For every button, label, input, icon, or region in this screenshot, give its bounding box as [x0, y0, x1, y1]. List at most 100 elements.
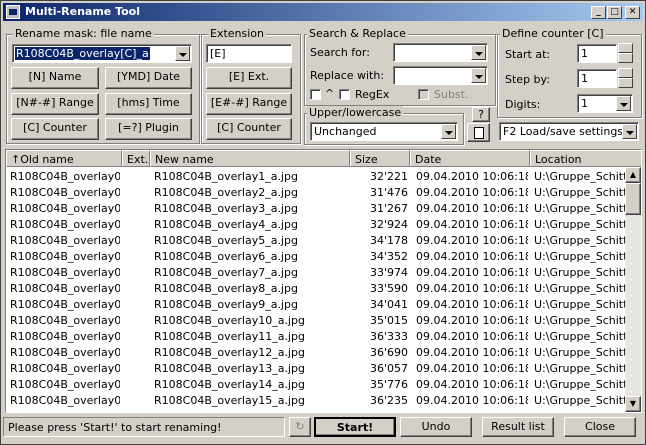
- close-button[interactable]: Close: [564, 417, 636, 437]
- table-row[interactable]: R108C04B_overlay0012.jpg R108C04B_overlay…: [6, 265, 626, 281]
- extension-input[interactable]: [E]: [206, 44, 292, 63]
- load-save-combo[interactable]: F2 Load/save settings: [499, 122, 639, 141]
- old-name-cell: R108C04B_overlay0026.jpg: [10, 378, 120, 391]
- column-old-name[interactable]: ↑Old name: [6, 150, 122, 167]
- date-cell: 09.04.2010 10:06:18: [416, 394, 528, 407]
- chevron-down-icon[interactable]: [441, 124, 456, 139]
- regex-checkbox[interactable]: [339, 89, 350, 100]
- plugin-placeholder-button[interactable]: [=?] Plugin: [105, 118, 192, 140]
- replace-with-combo[interactable]: [393, 66, 488, 85]
- digits-value: 1: [581, 97, 588, 110]
- status-text: Please press 'Start!' to start renaming!: [3, 417, 285, 437]
- size-cell: 32'924: [369, 218, 408, 231]
- chevron-down-icon[interactable]: [622, 124, 637, 139]
- new-name-cell: R108C04B_overlay14_a.jpg: [154, 378, 305, 391]
- location-cell: U:\Gruppe_Schittny: [534, 330, 626, 343]
- location-cell: U:\Gruppe_Schittny: [534, 378, 626, 391]
- table-row[interactable]: R108C04B_overlay0008.jpg R108C04B_overlay…: [6, 233, 626, 249]
- table-row[interactable]: R108C04B_overlay0010.jpg R108C04B_overlay…: [6, 249, 626, 265]
- help-button[interactable]: ?: [472, 107, 490, 122]
- minimize-button[interactable]: _: [591, 6, 606, 19]
- name-placeholder-button[interactable]: [N] Name: [11, 67, 99, 89]
- table-row[interactable]: R108C04B_overlay0024.jpg R108C04B_overlay…: [6, 361, 626, 377]
- size-cell: 36'235: [369, 394, 408, 407]
- case-combo[interactable]: Unchanged: [310, 122, 458, 141]
- vertical-scrollbar[interactable]: ▲ ▼: [625, 167, 641, 412]
- result-list-button[interactable]: Result list: [482, 417, 554, 437]
- edit-names-button[interactable]: [467, 123, 490, 142]
- scroll-thumb[interactable]: [625, 183, 641, 215]
- extension-legend: Extension: [208, 27, 267, 40]
- column-location[interactable]: Location: [530, 150, 641, 167]
- refresh-icon: ↻: [295, 420, 305, 433]
- column-size[interactable]: Size: [350, 150, 410, 167]
- table-row[interactable]: R108C04B_overlay0002.jpg R108C04B_overlay…: [6, 185, 626, 201]
- table-row[interactable]: R108C04B_overlay0018.jpg R108C04B_overlay…: [6, 313, 626, 329]
- table-row[interactable]: R108C04B_overlay0006.jpg R108C04B_overlay…: [6, 217, 626, 233]
- chevron-down-icon[interactable]: [471, 68, 486, 83]
- undo-button[interactable]: Undo: [400, 417, 472, 437]
- table-row[interactable]: R108C04B_overlay0004.jpg R108C04B_overlay…: [6, 201, 626, 217]
- date-cell: 09.04.2010 10:06:18: [416, 346, 528, 359]
- start-button[interactable]: Start!: [314, 417, 396, 437]
- start-at-spinner[interactable]: [618, 43, 633, 63]
- name-range-button[interactable]: [N#-#] Range: [11, 93, 99, 115]
- column-new-name[interactable]: New name: [150, 150, 350, 167]
- extension-placeholder-button[interactable]: [E] Ext.: [206, 67, 292, 89]
- rename-mask-combo[interactable]: R108C04B_overlay[C]_a: [12, 44, 192, 63]
- chevron-down-icon[interactable]: [175, 46, 190, 61]
- search-for-combo[interactable]: [393, 43, 488, 62]
- date-cell: 09.04.2010 10:06:18: [416, 282, 528, 295]
- table-row[interactable]: R108C04B_overlay0028.jpg R108C04B_overlay…: [6, 393, 626, 409]
- subst-label: Subst.: [434, 88, 469, 101]
- chevron-down-icon[interactable]: [616, 96, 631, 111]
- start-at-label: Start at:: [505, 48, 551, 61]
- size-cell: 34'041: [369, 298, 408, 311]
- old-name-cell: R108C04B_overlay0008.jpg: [10, 234, 120, 247]
- table-row[interactable]: R108C04B_overlay0014.jpg R108C04B_overlay…: [6, 281, 626, 297]
- scroll-up-button[interactable]: ▲: [625, 167, 641, 183]
- chevron-down-icon[interactable]: [471, 45, 486, 60]
- digits-combo[interactable]: 1: [577, 94, 633, 113]
- step-by-spinner[interactable]: [618, 68, 633, 88]
- old-name-cell: R108C04B_overlay0000.jpg: [10, 170, 120, 183]
- location-cell: U:\Gruppe_Schittny: [534, 186, 626, 199]
- spin-down-icon[interactable]: [618, 53, 633, 63]
- spin-up-icon[interactable]: [618, 43, 633, 53]
- size-cell: 33'974: [369, 266, 408, 279]
- date-cell: 09.04.2010 10:06:18: [416, 266, 528, 279]
- column-ext[interactable]: Ext.: [122, 150, 150, 167]
- extension-range-button[interactable]: [E#-#] Range: [206, 93, 292, 115]
- table-row[interactable]: R108C04B_overlay0000.jpg R108C04B_overlay…: [6, 169, 626, 185]
- refresh-button[interactable]: ↻: [289, 417, 311, 437]
- time-placeholder-button[interactable]: [hms] Time: [105, 93, 192, 115]
- table-row[interactable]: R108C04B_overlay0016.jpg R108C04B_overlay…: [6, 297, 626, 313]
- maximize-button[interactable]: □: [607, 6, 622, 19]
- start-at-input[interactable]: 1: [577, 44, 617, 63]
- location-cell: U:\Gruppe_Schittny: [534, 394, 626, 407]
- table-row[interactable]: R108C04B_overlay0030.jpg R108C04B_overlay…: [6, 409, 626, 412]
- file-list[interactable]: ↑Old name Ext. New name Size Date Locati…: [5, 149, 642, 413]
- case-sensitive-checkbox[interactable]: [310, 89, 321, 100]
- old-name-cell: R108C04B_overlay0024.jpg: [10, 362, 120, 375]
- size-cell: 36'347: [352, 410, 408, 412]
- spin-down-icon[interactable]: [618, 78, 633, 88]
- scroll-down-button[interactable]: ▼: [625, 396, 641, 412]
- new-name-cell: R108C04B_overlay12_a.jpg: [154, 346, 305, 359]
- column-date[interactable]: Date: [410, 150, 530, 167]
- table-row[interactable]: R108C04B_overlay0022.jpg R108C04B_overlay…: [6, 345, 626, 361]
- counter-placeholder-button[interactable]: [C] Counter: [11, 118, 99, 140]
- old-name-cell: R108C04B_overlay0012.jpg: [10, 266, 120, 279]
- date-cell: 09.04.2010 10:06:18: [416, 362, 528, 375]
- spin-up-icon[interactable]: [618, 68, 633, 78]
- close-window-button[interactable]: ✕: [625, 6, 640, 19]
- size-cell: 33'590: [369, 282, 408, 295]
- load-save-value: F2 Load/save settings: [503, 125, 624, 138]
- table-row[interactable]: R108C04B_overlay0026.jpg R108C04B_overlay…: [6, 377, 626, 393]
- date-placeholder-button[interactable]: [YMD] Date: [105, 67, 192, 89]
- table-row[interactable]: R108C04B_overlay0020.jpg R108C04B_overlay…: [6, 329, 626, 345]
- subst-checkbox[interactable]: [418, 89, 429, 100]
- extension-counter-button[interactable]: [C] Counter: [206, 118, 292, 140]
- step-by-input[interactable]: 1: [577, 69, 617, 88]
- case-value: Unchanged: [314, 125, 377, 138]
